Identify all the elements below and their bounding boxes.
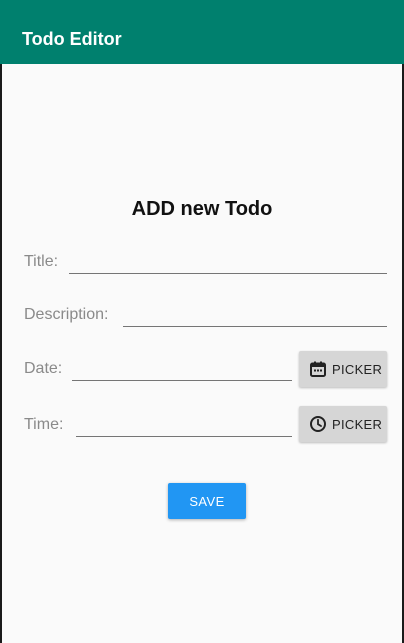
description-label: Description: [24,306,109,323]
window-border-left [0,64,2,643]
app-bar-title: Todo Editor [22,29,122,49]
time-input[interactable] [76,413,292,437]
time-label: Time: [24,416,64,433]
clock-icon [309,415,327,433]
date-label: Date: [24,360,63,377]
time-picker-label: PICKER [332,416,383,432]
app-bar: Todo Editor [0,0,404,64]
date-picker-label: PICKER [332,361,383,377]
time-picker-button[interactable]: PICKER [299,406,387,442]
calendar-icon [309,360,327,378]
save-button[interactable]: SAVE [168,483,246,519]
date-input[interactable] [72,357,292,381]
description-input[interactable] [123,303,387,327]
page-heading: ADD new Todo [131,198,273,220]
title-label: Title: [24,253,59,270]
date-picker-button[interactable]: PICKER [299,351,387,387]
todo-editor-screen: Todo Editor ADD new Todo Title: Descript… [0,0,404,643]
title-input[interactable] [69,250,387,274]
